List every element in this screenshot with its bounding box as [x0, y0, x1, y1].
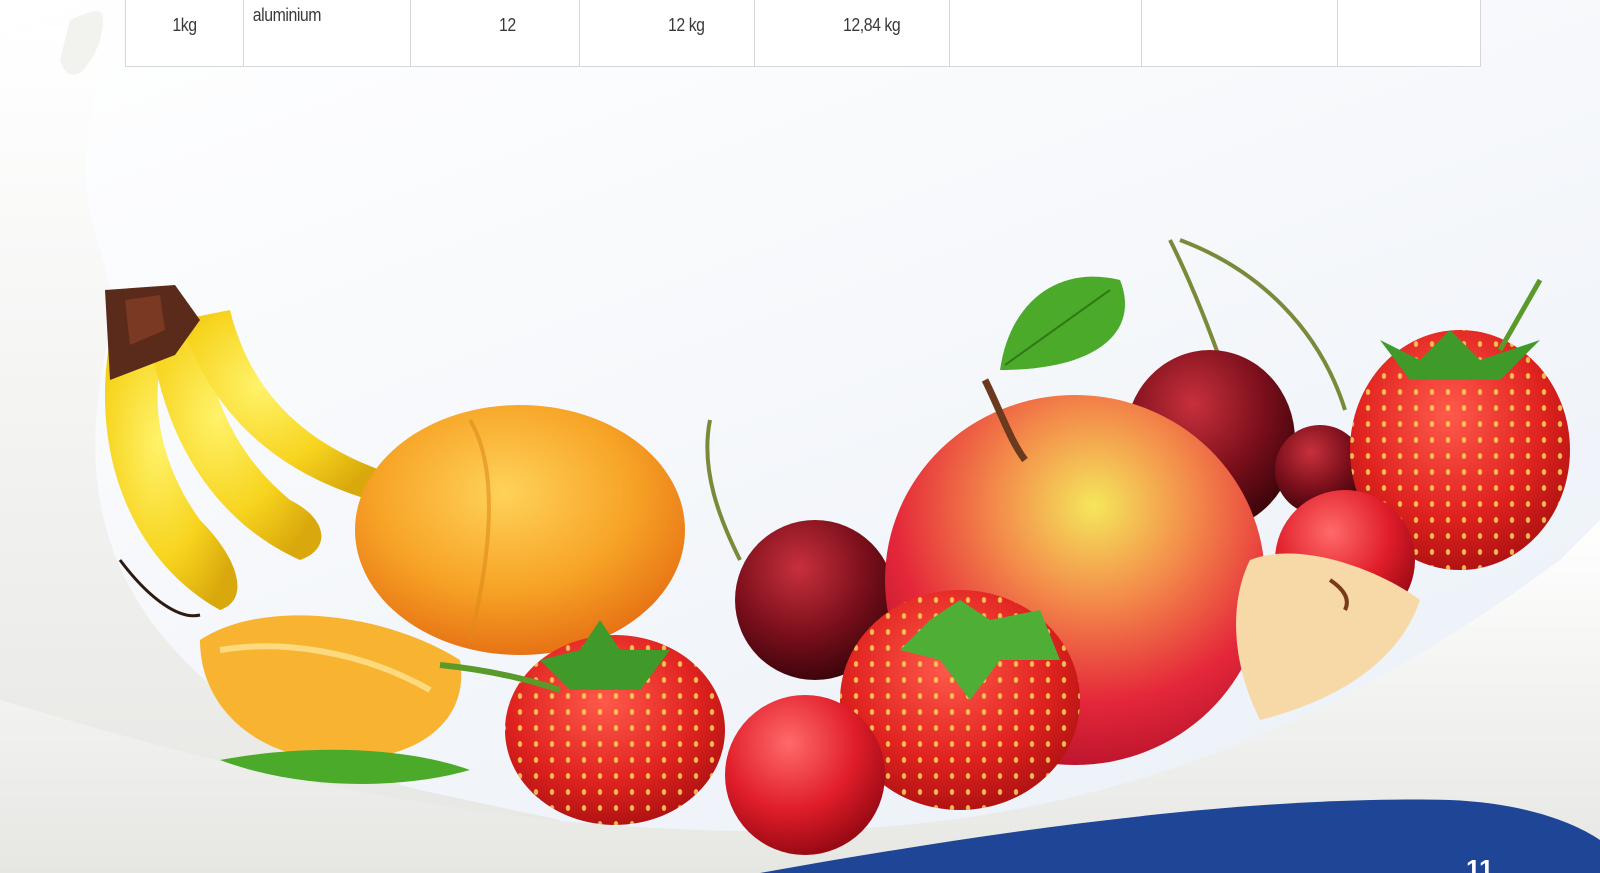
cell-gross-weight: 12,84 kg: [754, 0, 950, 67]
cell-units: 12: [410, 0, 580, 67]
net-weight-value: 12 kg: [668, 15, 705, 35]
cell-size: 1kg: [125, 0, 244, 67]
cell-empty-8: [1337, 0, 1481, 67]
cell-material: aluminium: [243, 0, 411, 67]
gross-weight-value: 12,84 kg: [843, 15, 901, 35]
cell-net-weight: 12 kg: [579, 0, 755, 67]
table-row: 1kg aluminium 12 12 kg 12,84 kg: [125, 0, 1481, 67]
catalog-page: 1kg aluminium 12 12 kg 12,84 kg 11: [0, 0, 1600, 873]
spec-table: 1kg aluminium 12 12 kg 12,84 kg: [125, 0, 1481, 67]
page-number: 11: [1466, 854, 1494, 873]
cell-empty-6: [949, 0, 1142, 67]
banana: [104, 285, 380, 618]
cell-empty-7: [1141, 0, 1338, 67]
size-value: 1kg: [172, 15, 197, 35]
fruit-milk-illustration: [0, 11, 1600, 873]
units-value: 12: [499, 15, 516, 35]
material-value: aluminium: [252, 5, 322, 25]
